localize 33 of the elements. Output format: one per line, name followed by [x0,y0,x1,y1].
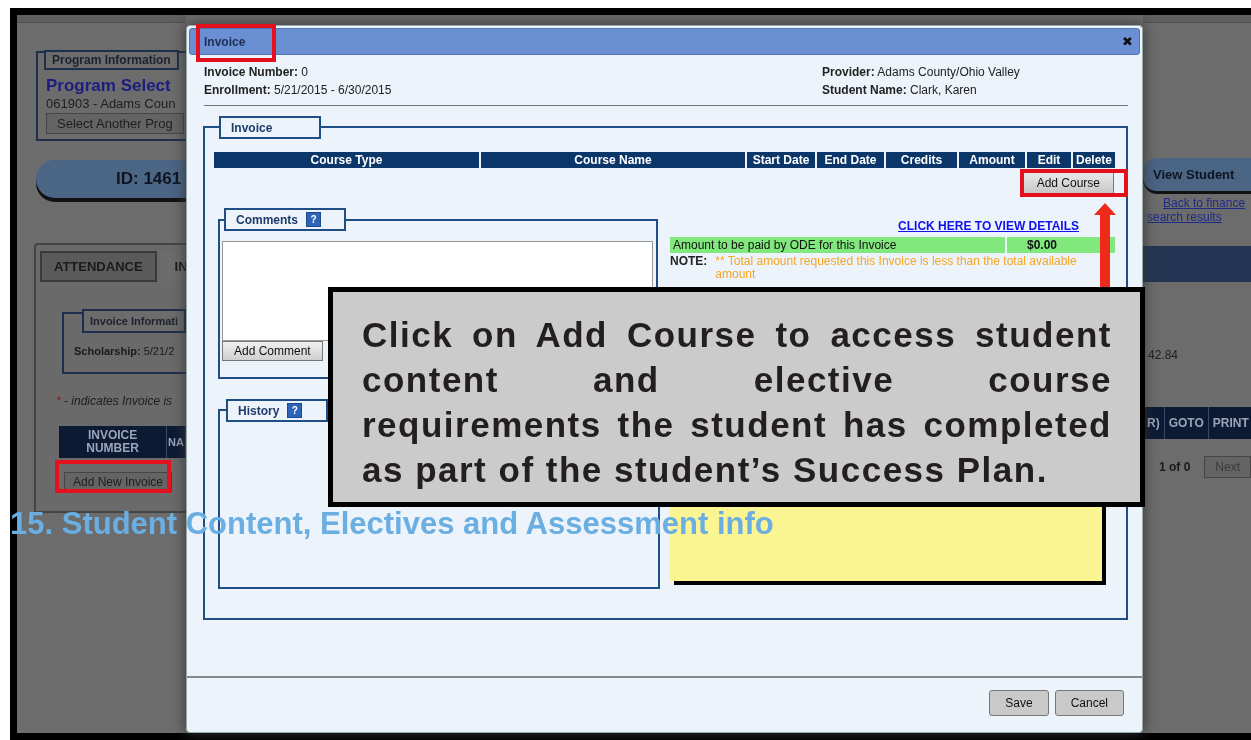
info-text: Invoice Number: 0 [204,64,310,81]
column-header: Credits [886,152,957,168]
panel-legend: Invoice Informati [82,309,186,333]
program-code: 061903 - Adams Coun [46,96,177,111]
panel-legend: Program Information [44,50,179,70]
amount-label: Amount to be paid by ODE for this Invoice [670,237,1005,253]
info-text: Student Name: Clark, Karen [822,82,978,99]
legend-note: - indicates Invoice is [63,394,173,408]
column-header: Amount [959,152,1025,168]
panel-legend: Invoice [219,116,321,139]
note-text: ** Total amount requested this Invoice is less than the total available amount [715,255,1078,281]
amount-text: 42.84 [1148,348,1180,362]
column-header: Course Name [481,152,745,168]
column-header: Delete [1073,152,1115,168]
info-text: Enrollment: 5/21/2015 - 6/30/2015 [204,82,393,99]
column-header: Start Date [747,152,815,168]
info-text: Provider: Adams County/Ohio Valley [822,64,1020,81]
panel-legend: Comments [236,212,298,227]
scholarship-text: Scholarship: 5/21/2 [74,345,176,357]
column-header: Edit [1027,152,1071,168]
column-header: GOTO [1164,407,1209,439]
pager-text: 1 of 0 [1159,460,1191,474]
required-mark: * [56,394,61,408]
column-header: Course Type [214,152,479,168]
column-header: PRINT [1208,407,1251,439]
column-header: INVOICE NUMBER [59,426,168,458]
note-label: NOTE: [670,255,708,270]
column-header: End Date [817,152,884,168]
amount-value: $0.00 [1007,237,1115,253]
dialog-title: Invoice [204,34,246,49]
callout-text: Click on Add Course to access student content and elective course requirements the student has completed as part of the student’s Success Plan. [362,314,1112,491]
panel-legend: History [238,403,280,418]
program-title: Program Select [46,76,172,96]
